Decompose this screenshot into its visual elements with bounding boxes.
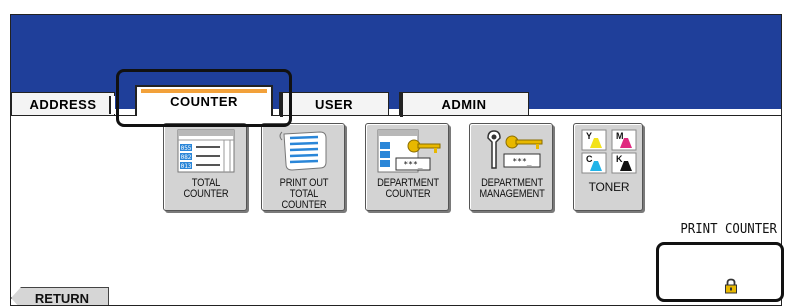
screen: ADDRESS USER ADMIN COUNTER 055 082 013 T… — [0, 0, 792, 308]
lock-button[interactable] — [679, 265, 781, 305]
department-management-button[interactable]: ***_ DEPARTMENT MANAGEMENT — [469, 123, 553, 211]
tab-cap-right — [267, 91, 273, 116]
tab-user-label: USER — [314, 97, 354, 112]
main-panel: ADDRESS USER ADMIN COUNTER 055 082 013 T… — [10, 14, 782, 306]
toner-k-letter: K — [616, 154, 623, 164]
tab-cap-left — [135, 91, 141, 116]
active-tab-accent — [141, 89, 267, 93]
tab-user[interactable]: USER — [279, 92, 389, 117]
tab-address-label: ADDRESS — [29, 97, 97, 112]
counter-row-1: 055 — [181, 145, 192, 152]
password-mask: ***_ — [512, 157, 531, 166]
print-counter-label: PRINT COUNTER — [680, 222, 777, 237]
toner-c-letter: C — [586, 154, 593, 164]
counter-table-icon: 055 082 013 — [177, 129, 235, 173]
tab-admin-label: ADMIN — [441, 97, 487, 112]
toner-button[interactable]: Y M C K TONER — [573, 123, 643, 211]
department-management-label: DEPARTMENT MANAGEMENT — [479, 177, 545, 200]
counter-row-2: 082 — [181, 154, 192, 161]
tab-edge — [400, 93, 403, 117]
key-password-icon: ***_ — [487, 130, 543, 169]
total-counter-button[interactable]: 055 082 013 TOTAL COUNTER — [163, 123, 247, 211]
tab-counter[interactable]: COUNTER — [135, 85, 273, 116]
tab-divider-line — [11, 115, 781, 116]
padlock-icon — [725, 278, 737, 294]
printout-scroll-icon — [279, 131, 327, 171]
return-button[interactable]: RETURN — [11, 287, 109, 305]
department-key-icon: ***_ — [377, 129, 441, 173]
tab-address[interactable]: ADDRESS — [11, 92, 115, 116]
tab-counter-label: COUNTER — [170, 94, 238, 109]
print-out-total-counter-button[interactable]: PRINT OUT TOTAL COUNTER — [261, 123, 345, 211]
header-band — [11, 15, 781, 109]
toner-label: TONER — [588, 180, 630, 194]
total-counter-label: TOTAL COUNTER — [183, 177, 229, 200]
department-counter-label: DEPARTMENT COUNTER — [377, 177, 439, 200]
print-out-label: PRINT OUT TOTAL COUNTER — [279, 177, 329, 211]
tab-edge — [280, 93, 283, 117]
toner-y-letter: Y — [586, 131, 592, 141]
toner-m-letter: M — [616, 131, 624, 141]
department-counter-button[interactable]: ***_ DEPARTMENT COUNTER — [365, 123, 449, 211]
password-mask: ***_ — [403, 160, 422, 169]
toner-cmyk-icon: Y M C K — [581, 129, 637, 174]
tab-admin[interactable]: ADMIN — [399, 92, 529, 117]
counter-row-3: 013 — [181, 163, 192, 170]
